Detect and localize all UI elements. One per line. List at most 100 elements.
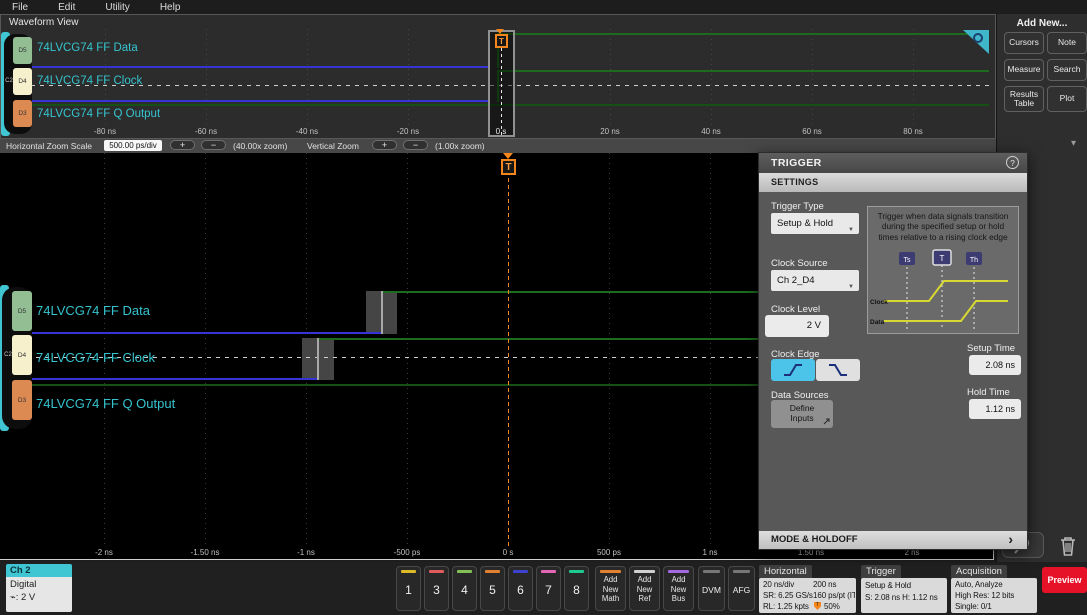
badge-d3[interactable]: D3 xyxy=(13,100,32,127)
note-button[interactable]: Note xyxy=(1047,32,1087,54)
rising-edge-button[interactable] xyxy=(771,359,815,381)
trigger-marker-badge[interactable]: T xyxy=(501,159,516,175)
h-zoom-factor: (40.00x zoom) xyxy=(233,141,287,151)
trigger-marker-badge[interactable]: T xyxy=(495,34,508,48)
trigger-type-dropdown[interactable]: Setup & Hold ▼ xyxy=(771,213,859,234)
acquisition-single: Single: 0/1 xyxy=(955,602,992,611)
badge-d4[interactable]: D4 xyxy=(13,68,32,95)
dvm-color-bar xyxy=(703,570,720,573)
channel-color-bar xyxy=(513,570,528,573)
clock-level-field[interactable]: 2 V xyxy=(765,315,829,337)
zoom-corner-icon[interactable] xyxy=(963,30,989,54)
horizontal-info-box[interactable]: 20 ns/div 200 ns SR: 6.25 GS/s 160 ps/pt… xyxy=(759,578,856,613)
measure-button[interactable]: Measure xyxy=(1004,59,1044,81)
cursors-button[interactable]: Cursors xyxy=(1004,32,1044,54)
trigger-info-box[interactable]: Setup & Hold S: 2.08 ns H: 1.12 ns xyxy=(861,578,947,613)
digital-channel-button-3[interactable]: 3 xyxy=(424,566,449,611)
acquisition-info-box[interactable]: Auto, Analyze High Res: 12 bits Single: … xyxy=(951,578,1037,613)
overview-axis-tick: 80 ns xyxy=(891,127,935,136)
ch2-badge-threshold: ⌁: 2 V xyxy=(10,592,72,605)
menu-utility[interactable]: Utility xyxy=(105,2,129,13)
h-zoom-plus-button[interactable]: + xyxy=(170,140,195,150)
ch2-badge[interactable]: Ch 2 Digital ⌁: 2 V xyxy=(6,564,72,612)
v-zoom-factor: (1.00x zoom) xyxy=(435,141,485,151)
clock-wave-edge xyxy=(317,338,319,380)
menu-file[interactable]: File xyxy=(12,2,28,13)
overview-trigger-dashed-line xyxy=(501,48,502,135)
clock-wave-high xyxy=(499,70,989,72)
main-channel-label-q[interactable]: 74LVCG74 FF Q Output xyxy=(36,396,175,411)
clock-level-label: Clock Level xyxy=(771,304,820,315)
math-color-bar xyxy=(600,570,621,573)
overview-axis-tick: 60 ns xyxy=(790,127,834,136)
hold-time-field[interactable]: 1.12 ns xyxy=(969,399,1021,419)
gridline xyxy=(408,29,409,129)
search-button[interactable]: Search xyxy=(1047,59,1087,81)
preview-button[interactable]: Preview xyxy=(1042,567,1087,593)
h-zoom-minus-button[interactable]: − xyxy=(201,140,226,150)
help-icon[interactable]: ? xyxy=(1006,156,1019,169)
badge-d5[interactable]: D5 xyxy=(12,291,32,331)
menu-help[interactable]: Help xyxy=(160,2,181,13)
acquisition-resolution: High Res: 12 bits xyxy=(955,591,1014,600)
overview-channel-label-clock[interactable]: 74LVCG74 FF Clock xyxy=(37,75,142,87)
horizontal-zoom-scale-input[interactable]: 500.00 ps/div xyxy=(104,140,162,151)
main-channel-label-data[interactable]: 74LVCG74 FF Data xyxy=(36,303,150,318)
badge-d4[interactable]: D4 xyxy=(12,335,32,375)
trigger-panel-header[interactable]: TRIGGER ? xyxy=(759,153,1027,173)
digital-channel-button-8[interactable]: 8 xyxy=(564,566,589,611)
falling-edge-icon xyxy=(827,363,849,377)
mode-holdoff-bar[interactable]: MODE & HOLDOFF › xyxy=(759,531,1027,549)
trash-button[interactable] xyxy=(1053,531,1083,561)
trigger-type-label: Trigger Type xyxy=(771,201,824,212)
gridline xyxy=(913,29,914,129)
gridline xyxy=(812,29,813,129)
chevron-down-icon[interactable]: ▾ xyxy=(1071,138,1076,149)
digital-channel-button-4[interactable]: 4 xyxy=(452,566,477,611)
badge-d3[interactable]: D3 xyxy=(12,380,32,420)
setup-time-field[interactable]: 2.08 ns xyxy=(969,355,1021,375)
results-table-button[interactable]: Results Table xyxy=(1004,86,1044,112)
main-channel-label-clock[interactable]: 74LVCG74 FF Clock xyxy=(36,350,155,365)
add-new-bus-button[interactable]: Add New Bus xyxy=(663,566,694,611)
vertical-zoom-label: Vertical Zoom xyxy=(307,141,359,151)
digital-channel-button-1[interactable]: 1 xyxy=(396,566,421,611)
ref-color-bar xyxy=(634,570,655,573)
menu-edit[interactable]: Edit xyxy=(58,2,75,13)
settings-tab[interactable]: SETTINGS xyxy=(759,173,1027,192)
sample-rate: SR: 6.25 GS/s xyxy=(763,591,813,600)
overview-channel-label-data[interactable]: 74LVCG74 FF Data xyxy=(37,42,138,54)
clock-source-dropdown[interactable]: Ch 2_D4 ▼ xyxy=(771,270,859,291)
add-new-math-button[interactable]: Add New Math xyxy=(595,566,626,611)
afg-button[interactable]: AFG xyxy=(728,566,755,611)
data-wave-low xyxy=(0,332,382,334)
digital-channel-button-5[interactable]: 5 xyxy=(480,566,505,611)
overview-axis-tick: 0 s xyxy=(479,127,523,136)
afg-color-bar xyxy=(733,570,750,573)
plot-button[interactable]: Plot xyxy=(1047,86,1087,112)
dvm-label: DVM xyxy=(699,585,724,595)
channel-number: 1 xyxy=(397,583,420,597)
main-axis-tick: -1.50 ns xyxy=(183,548,227,557)
overview-axis-tick: -80 ns xyxy=(83,127,127,136)
badge-d5[interactable]: D5 xyxy=(13,37,32,64)
trash-icon xyxy=(1053,531,1083,561)
falling-edge-button[interactable] xyxy=(816,359,860,381)
dvm-button[interactable]: DVM xyxy=(698,566,725,611)
v-zoom-plus-button[interactable]: + xyxy=(372,140,397,150)
hold-time-label: Hold Time xyxy=(967,387,1010,398)
channel-color-bar xyxy=(485,570,500,573)
trigger-type-value: Setup & Hold xyxy=(777,218,833,229)
overview-channel-label-q[interactable]: 74LVCG74 FF Q Output xyxy=(37,108,160,120)
define-inputs-button[interactable]: Define Inputs xyxy=(771,400,833,428)
diagram-ts-marker: Ts xyxy=(904,257,912,264)
digital-channel-button-7[interactable]: 7 xyxy=(536,566,561,611)
v-zoom-minus-button[interactable]: − xyxy=(403,140,428,150)
overview-title: Waveform View xyxy=(9,17,78,28)
add-new-math-label: Add New Math xyxy=(596,575,625,604)
horizontal-zoom-scale-label: Horizontal Zoom Scale xyxy=(6,141,92,151)
main-axis-tick: 0 s xyxy=(486,548,530,557)
clock-source-label: Clock Source xyxy=(771,258,828,269)
digital-channel-button-6[interactable]: 6 xyxy=(508,566,533,611)
add-new-ref-button[interactable]: Add New Ref xyxy=(629,566,660,611)
